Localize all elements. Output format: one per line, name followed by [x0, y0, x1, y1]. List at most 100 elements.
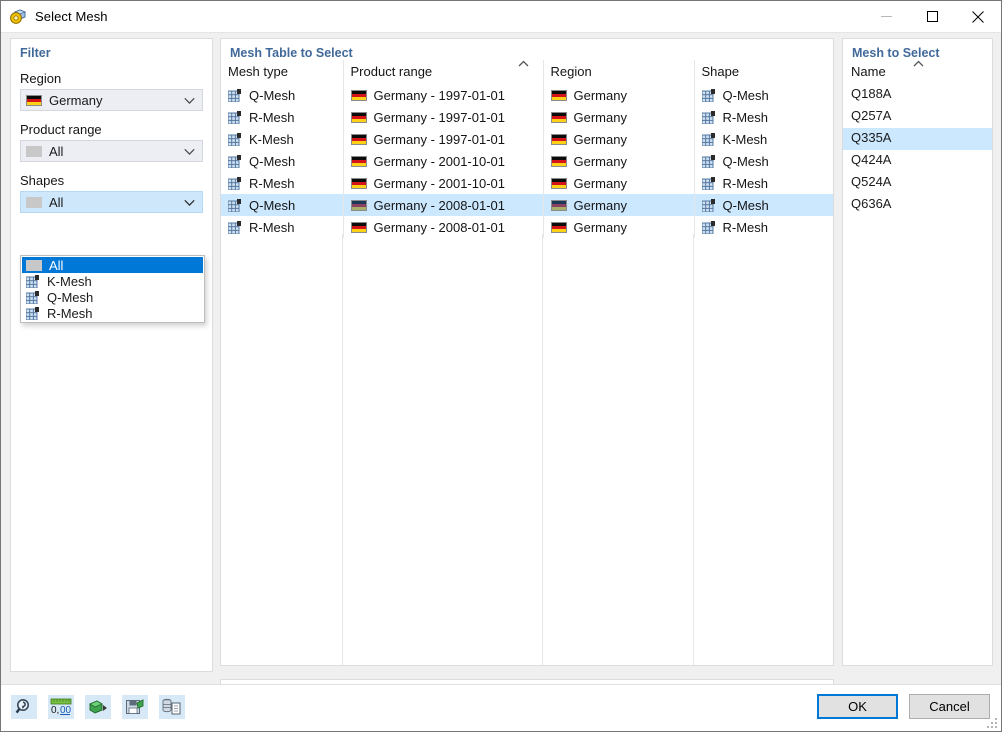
cell-text: R-Mesh	[722, 219, 769, 235]
sort-ascending-icon	[913, 50, 924, 73]
close-button[interactable]	[955, 1, 1001, 32]
shapes-option-label: R-Mesh	[47, 305, 93, 321]
table-row[interactable]: Q-Mesh Germany - 2008-01-01 Germany Q-Me…	[221, 194, 833, 216]
cell-text: Germany - 1997-01-01	[373, 87, 506, 103]
gray-box-icon	[26, 196, 42, 208]
cell-text: Germany	[573, 109, 627, 125]
cell-mesh-type: Q-Mesh	[221, 150, 344, 172]
mesh-icon	[701, 154, 716, 168]
cell-mesh-type: Q-Mesh	[221, 84, 344, 106]
column-divider	[542, 234, 543, 665]
select-mesh-dialog: Select Mesh Filter Region Germany Produc…	[0, 0, 1002, 732]
zoom-tool-button[interactable]	[11, 695, 37, 719]
chevron-down-icon	[184, 144, 195, 159]
flag-germany-icon	[350, 133, 367, 145]
shapes-dropdown-list[interactable]: All K-Mesh Q-Mesh R-Mesh	[20, 255, 205, 323]
cell-product-range: Germany - 1997-01-01	[343, 128, 544, 150]
list-item[interactable]: Q524A	[843, 172, 992, 194]
list-item[interactable]: Q257A	[843, 106, 992, 128]
flag-germany-icon	[550, 89, 567, 101]
minimize-button[interactable]	[863, 1, 909, 32]
cell-text: Germany	[573, 153, 627, 169]
cell-product-range: Germany - 2008-01-01	[343, 216, 544, 238]
table-row[interactable]: K-Mesh Germany - 1997-01-01 Germany K-Me…	[221, 128, 833, 150]
region-combobox[interactable]: Germany	[20, 89, 203, 111]
cell-text: Germany	[573, 197, 627, 213]
shapes-option-q-mesh[interactable]: Q-Mesh	[22, 289, 203, 305]
cell-text: Q-Mesh	[722, 87, 769, 103]
mesh-icon	[227, 88, 242, 102]
table-row[interactable]: R-Mesh Germany - 2001-10-01 Germany R-Me…	[221, 172, 833, 194]
product-range-combobox[interactable]: All	[20, 140, 203, 162]
mesh-table-panel: Mesh Table to Select Mesh type Product r…	[220, 38, 834, 666]
title-bar: Select Mesh	[1, 1, 1001, 33]
cell-text: K-Mesh	[249, 131, 294, 147]
mesh-icon	[701, 88, 716, 102]
lock-mesh-icon	[9, 8, 27, 26]
table-row[interactable]: Q-Mesh Germany - 1997-01-01 Germany Q-Me…	[221, 84, 833, 106]
footer-tool-group: 0, 00	[11, 695, 185, 719]
cancel-button[interactable]: Cancel	[909, 694, 990, 719]
list-item[interactable]: Q636A	[843, 194, 992, 216]
cell-shape: Q-Mesh	[694, 194, 833, 216]
mesh-icon	[25, 290, 40, 304]
cell-text: Q-Mesh	[249, 87, 296, 103]
shapes-option-k-mesh[interactable]: K-Mesh	[22, 273, 203, 289]
flag-germany-icon	[350, 199, 367, 211]
cell-text: Germany - 2001-10-01	[373, 175, 506, 191]
column-header-mesh-type[interactable]: Mesh type	[221, 60, 344, 84]
column-header-shape[interactable]: Shape	[694, 60, 833, 84]
cell-text: Q-Mesh	[249, 153, 296, 169]
mesh-icon	[701, 198, 716, 212]
mesh-icon	[701, 110, 716, 124]
flag-germany-icon	[550, 155, 567, 167]
flag-germany-icon	[350, 155, 367, 167]
column-header-product-range[interactable]: Product range	[343, 60, 544, 84]
column-divider	[342, 234, 343, 665]
cell-shape: Q-Mesh	[694, 84, 833, 106]
cell-text: Q-Mesh	[722, 153, 769, 169]
table-row[interactable]: R-Mesh Germany - 2008-01-01 Germany R-Me…	[221, 216, 833, 238]
mesh-table[interactable]: Mesh type Product range Region Shape Q-M…	[221, 60, 833, 238]
maximize-button[interactable]	[909, 1, 955, 32]
cell-product-range: Germany - 1997-01-01	[343, 106, 544, 128]
cell-text: R-Mesh	[249, 219, 295, 235]
mesh-to-select-panel: Mesh to Select Name Q188A Q257A Q335A Q4…	[842, 38, 993, 666]
dialog-body: Filter Region Germany Product range All …	[1, 33, 1001, 712]
flag-germany-icon	[26, 94, 42, 106]
shapes-option-r-mesh[interactable]: R-Mesh	[22, 305, 203, 321]
mesh-table-body: Q-Mesh Germany - 1997-01-01 Germany Q-Me…	[221, 84, 833, 238]
column-header-region[interactable]: Region	[543, 60, 695, 84]
mesh-icon	[701, 176, 716, 190]
table-row[interactable]: R-Mesh Germany - 1997-01-01 Germany R-Me…	[221, 106, 833, 128]
cell-product-range: Germany - 1997-01-01	[343, 84, 544, 106]
filter-panel: Filter Region Germany Product range All …	[10, 38, 213, 672]
shapes-option-all[interactable]: All	[22, 257, 203, 273]
region-label: Region	[20, 71, 62, 86]
cell-shape: R-Mesh	[694, 172, 833, 194]
list-item[interactable]: Q424A	[843, 150, 992, 172]
numeric-format-tool-button[interactable]: 0, 00	[48, 695, 74, 719]
cell-mesh-type: R-Mesh	[221, 172, 344, 194]
save-tool-button[interactable]	[122, 695, 148, 719]
list-item[interactable]: Q188A	[843, 84, 992, 106]
cell-mesh-type: R-Mesh	[221, 216, 344, 238]
filter-panel-caption: Filter	[20, 46, 51, 60]
flag-germany-icon	[350, 111, 367, 123]
window-title: Select Mesh	[35, 9, 108, 24]
chevron-down-icon	[184, 93, 195, 108]
copy-to-clipboard-tool-button[interactable]	[159, 695, 185, 719]
column-header-label: Product range	[350, 64, 433, 79]
shapes-value: All	[49, 194, 64, 210]
ok-button[interactable]: OK	[817, 694, 898, 719]
table-row[interactable]: Q-Mesh Germany - 2001-10-01 Germany Q-Me…	[221, 150, 833, 172]
flag-germany-icon	[550, 133, 567, 145]
resize-grip-icon[interactable]	[986, 717, 998, 729]
column-header-name[interactable]: Name	[843, 60, 992, 84]
export-tool-button[interactable]	[85, 695, 111, 719]
shapes-label: Shapes	[20, 173, 65, 188]
cell-text: Q-Mesh	[722, 197, 769, 213]
list-item[interactable]: Q335A	[843, 128, 992, 150]
shapes-option-label: K-Mesh	[47, 273, 92, 289]
shapes-combobox[interactable]: All	[20, 191, 203, 213]
